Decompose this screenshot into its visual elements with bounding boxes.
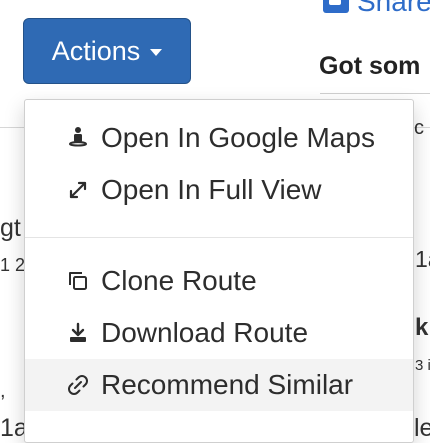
- right-fragment-4: 3 i: [415, 357, 430, 374]
- left-fragment-1: gt: [0, 214, 21, 242]
- actions-button-label: Actions: [51, 35, 141, 66]
- menu-item-label: Open In Google Maps: [101, 122, 375, 153]
- expand-icon: [65, 177, 91, 203]
- right-fragment-1: c: [414, 117, 424, 139]
- menu-item-recommend-similar[interactable]: Recommend Similar: [25, 359, 413, 411]
- link-icon: [65, 372, 91, 398]
- right-fragment-3: k: [415, 314, 429, 341]
- menu-item-download-route[interactable]: Download Route: [25, 307, 413, 359]
- menu-item-open-google-maps[interactable]: Open In Google Maps: [25, 112, 413, 164]
- actions-button[interactable]: Actions: [23, 18, 191, 84]
- right-fragment-5: le: [414, 414, 430, 442]
- menu-item-label: Clone Route: [101, 265, 257, 296]
- menu-item-label: Download Route: [101, 317, 309, 348]
- caret-down-icon: [150, 48, 163, 56]
- left-fragment-3: ,: [0, 380, 6, 402]
- menu-item-label: Recommend Similar: [101, 369, 354, 400]
- right-fragment-2: 1a: [415, 246, 430, 272]
- left-fragment-2: 1 2: [0, 255, 26, 275]
- street-view-icon: [65, 125, 91, 151]
- menu-item-clone-route[interactable]: Clone Route: [25, 255, 413, 307]
- section-title: Got som: [319, 52, 421, 80]
- download-icon: [65, 320, 91, 346]
- menu-item-label: Open In Full View: [101, 174, 322, 205]
- input-box-top-border: [320, 93, 430, 94]
- share-label: Share: [357, 0, 430, 17]
- menu-item-open-full-view[interactable]: Open In Full View: [25, 164, 413, 216]
- share-link[interactable]: Share: [323, 0, 430, 18]
- actions-dropdown-menu: Open In Google Maps Open In Full View Cl…: [24, 99, 414, 443]
- menu-divider: [25, 237, 413, 238]
- clone-icon: [65, 268, 91, 294]
- facebook-icon: [323, 0, 349, 13]
- page: Share Got som gt 1 2 , 1a c 1a k 3 i le …: [0, 0, 430, 443]
